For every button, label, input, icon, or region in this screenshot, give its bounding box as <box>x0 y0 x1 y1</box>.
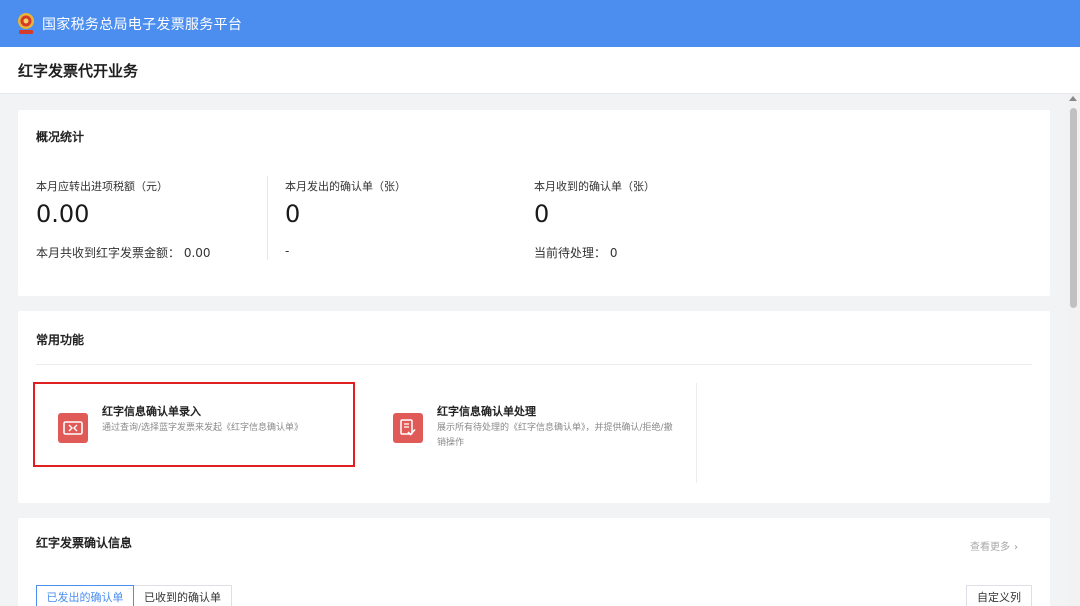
chevron-right-icon: › <box>1014 542 1018 553</box>
highlight-box <box>33 382 355 467</box>
scrollbar-thumb[interactable] <box>1070 108 1077 308</box>
stat-divider <box>267 176 268 260</box>
stat-sub: 本月共收到红字发票金额： 0.00 <box>36 246 211 260</box>
stat-received-confirm: 本月收到的确认单（张） 0 <box>534 178 655 228</box>
stat-sent-confirm: 本月发出的确认单（张） 0 <box>285 178 406 228</box>
red-confirm-title: 红字发票确认信息 <box>36 536 133 550</box>
stat-label: 本月应转出进项税额（元） <box>36 180 168 193</box>
custom-columns-button[interactable]: 自定义列 <box>966 585 1032 606</box>
stat-sub: - <box>285 244 290 258</box>
stats-title: 概况统计 <box>36 130 85 144</box>
divider <box>36 364 1032 365</box>
red-invoice-confirm-card: 红字发票确认信息 查看更多 › 已发出的确认单 已收到的确认单 自定义列 <box>18 518 1050 606</box>
view-more-link[interactable]: 查看更多 › <box>970 538 1018 553</box>
stat-value: 0.00 <box>36 200 90 228</box>
stat-label: 本月收到的确认单（张） <box>534 180 655 193</box>
view-more-label: 查看更多 <box>970 542 1010 553</box>
stats-card: 概况统计 本月应转出进项税额（元） 0.00 本月共收到红字发票金额： 0.00… <box>18 110 1050 296</box>
stat-value: 0 <box>534 200 550 228</box>
stat-sub: 当前待处理： 0 <box>534 246 618 260</box>
tab-received-confirm[interactable]: 已收到的确认单 <box>134 585 232 606</box>
stat-tax-transfer: 本月应转出进项税额（元） 0.00 <box>36 178 168 228</box>
app-title: 国家税务总局电子发票服务平台 <box>42 16 243 33</box>
functions-title: 常用功能 <box>36 333 85 347</box>
stat-label: 本月发出的确认单（张） <box>285 180 406 193</box>
tab-sent-confirm[interactable]: 已发出的确认单 <box>36 585 134 606</box>
tax-emblem-icon <box>16 12 36 36</box>
document-check-icon <box>393 413 423 443</box>
tile-title: 红字信息确认单处理 <box>437 405 536 418</box>
page-header: 红字发票代开业务 <box>0 47 1080 94</box>
confirm-process-tile[interactable]: 红字信息确认单处理 展示所有待处理的《红字信息确认单》，并提供确认/拒绝/撤销操… <box>371 383 697 483</box>
functions-card: 常用功能 红字信息确认单录入 通过查询/选择蓝字发票来发起《红字信息确认单》 红… <box>18 311 1050 503</box>
stat-value: 0 <box>285 200 301 228</box>
page-title: 红字发票代开业务 <box>18 61 139 80</box>
tile-description: 展示所有待处理的《红字信息确认单》，并提供确认/拒绝/撤销操作 <box>437 423 673 448</box>
scroll-up-arrow-icon[interactable] <box>1069 96 1077 101</box>
top-bar: 国家税务总局电子发票服务平台 <box>0 0 1080 47</box>
